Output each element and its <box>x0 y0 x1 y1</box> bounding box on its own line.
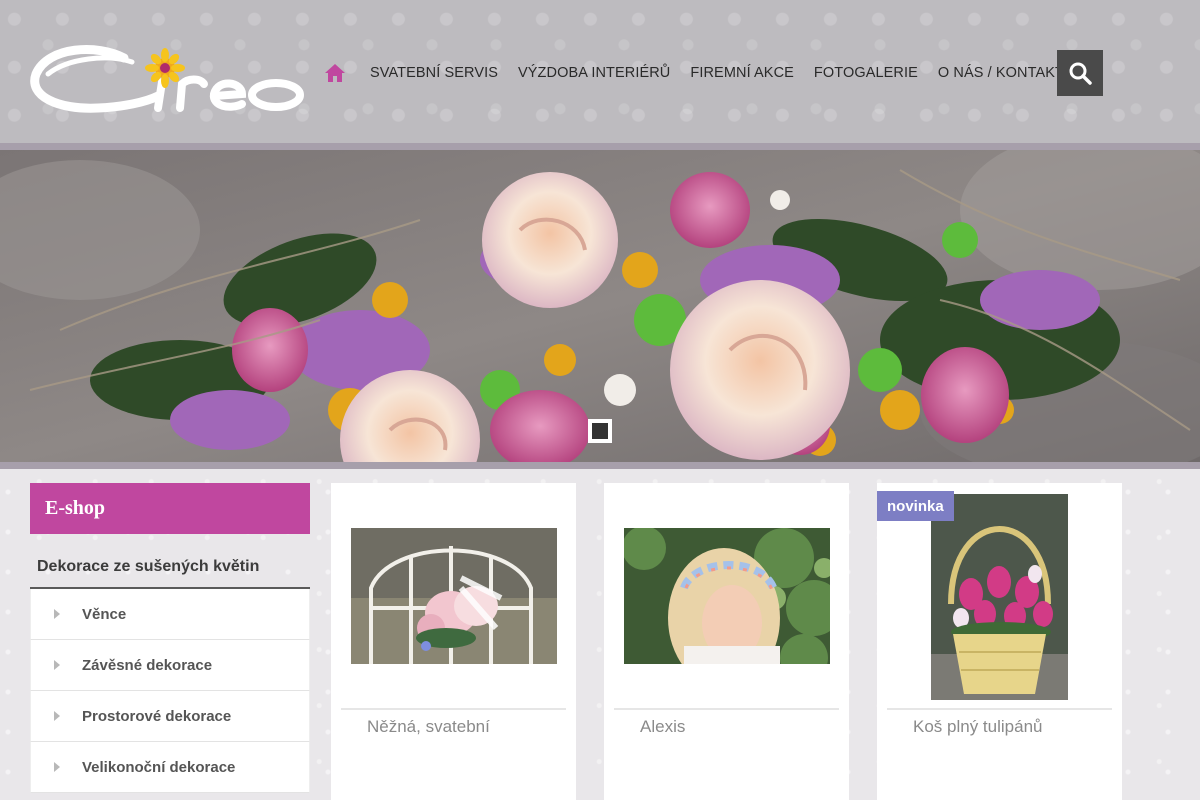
slider-dot-active[interactable] <box>588 419 612 443</box>
header-divider <box>0 143 1200 150</box>
category-label: Závěsné dekorace <box>82 656 213 674</box>
product-divider <box>341 708 566 710</box>
product-divider <box>887 708 1112 710</box>
product-image[interactable] <box>351 528 557 664</box>
category-item-spatial-decorations[interactable]: Prostorové dekorace <box>30 691 310 742</box>
eshop-sidebar: E-shop Dekorace ze sušených květin Věnce… <box>30 483 310 800</box>
product-card[interactable]: novinka Koš plný tulipánů <box>877 483 1122 800</box>
caret-right-icon <box>54 711 60 721</box>
category-item-wreaths[interactable]: Věnce <box>30 589 310 640</box>
category-item-easter-decorations[interactable]: Velikonoční dekorace <box>30 742 310 793</box>
caret-right-icon <box>54 660 60 670</box>
product-card[interactable]: Alexis <box>604 483 849 800</box>
new-badge: novinka <box>877 491 954 521</box>
search-icon <box>1069 62 1092 85</box>
caret-right-icon <box>54 609 60 619</box>
hero-divider <box>0 462 1200 469</box>
nav-item-interior-decoration[interactable]: VÝZDOBA INTERIÉRŮ <box>518 65 670 81</box>
product-image[interactable] <box>931 494 1068 700</box>
category-label: Velikonoční dekorace <box>82 758 236 776</box>
category-label: Věnce <box>82 605 127 623</box>
nav-item-photo-gallery[interactable]: FOTOGALERIE <box>814 65 918 81</box>
main-nav: SVATEBNÍ SERVIS VÝZDOBA INTERIÉRŮ FIREMN… <box>322 50 1064 96</box>
caret-right-icon <box>54 762 60 772</box>
product-name[interactable]: Koš plný tulipánů <box>913 717 1042 737</box>
cireo-logo[interactable] <box>28 44 308 116</box>
nav-item-wedding-service[interactable]: SVATEBNÍ SERVIS <box>370 65 498 81</box>
nav-item-corporate-events[interactable]: FIREMNÍ AKCE <box>690 65 794 81</box>
search-button[interactable] <box>1057 50 1103 96</box>
product-divider <box>614 708 839 710</box>
product-name[interactable]: Něžná, svatební <box>367 717 490 737</box>
category-label: Prostorové dekorace <box>82 707 232 725</box>
category-heading[interactable]: Dekorace ze sušených květin <box>30 547 310 589</box>
nav-home[interactable] <box>322 60 348 86</box>
product-card[interactable]: Něžná, svatební <box>331 483 576 800</box>
site-header: SVATEBNÍ SERVIS VÝZDOBA INTERIÉRŮ FIREMN… <box>0 0 1200 144</box>
product-image[interactable] <box>624 528 830 664</box>
home-icon <box>325 64 345 82</box>
nav-item-about-contact[interactable]: O NÁS / KONTAKT <box>938 65 1064 81</box>
category-item-hanging-decorations[interactable]: Závěsné dekorace <box>30 640 310 691</box>
hero-slider <box>0 150 1200 462</box>
hero-image-flower-arrangement <box>0 150 1200 462</box>
category-list: Věnce Závěsné dekorace Prostorové dekora… <box>30 589 310 793</box>
eshop-title: E-shop <box>30 483 310 534</box>
product-name[interactable]: Alexis <box>640 717 685 737</box>
